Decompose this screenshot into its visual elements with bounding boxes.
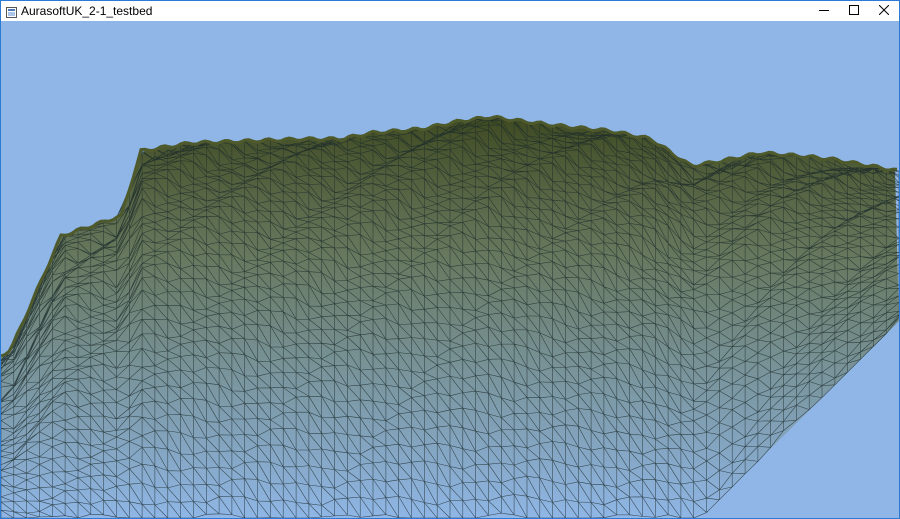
- app-window: AurasoftUK_2-1_testbed: [0, 0, 900, 519]
- render-viewport[interactable]: [1, 21, 899, 518]
- title-bar[interactable]: AurasoftUK_2-1_testbed: [1, 1, 899, 21]
- close-button[interactable]: [869, 1, 899, 21]
- app-icon: [6, 5, 17, 18]
- maximize-button[interactable]: [839, 1, 869, 21]
- minimize-button[interactable]: [809, 1, 839, 21]
- window-title: AurasoftUK_2-1_testbed: [21, 4, 153, 18]
- maximize-icon: [849, 2, 859, 20]
- close-icon: [878, 2, 890, 20]
- minimize-icon: [819, 2, 829, 20]
- terrain-wireframe: [1, 114, 899, 518]
